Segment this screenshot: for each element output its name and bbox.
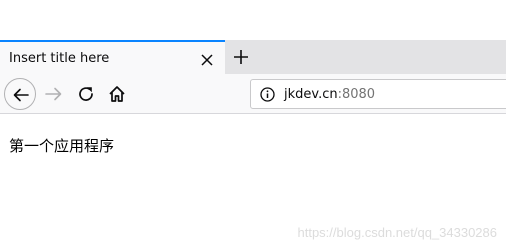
window-top-area bbox=[0, 0, 506, 40]
back-button[interactable] bbox=[4, 78, 36, 110]
watermark-text: https://blog.csdn.net/qq_34330286 bbox=[297, 225, 498, 240]
url-port: :8080 bbox=[337, 87, 376, 102]
home-icon[interactable] bbox=[107, 84, 127, 104]
plus-icon[interactable] bbox=[231, 47, 251, 67]
reload-icon[interactable] bbox=[76, 84, 96, 104]
url-text: jkdev.cn:8080 bbox=[284, 87, 375, 102]
back-arrow-icon bbox=[13, 88, 29, 102]
url-host: jkdev.cn bbox=[284, 87, 338, 102]
navigation-toolbar: jkdev.cn:8080 bbox=[0, 74, 506, 114]
page-content: 第一个应用程序 https://blog.csdn.net/qq_3433028… bbox=[0, 115, 506, 250]
tab-title: Insert title here bbox=[9, 51, 110, 66]
close-icon[interactable] bbox=[200, 52, 214, 66]
info-icon[interactable] bbox=[260, 87, 275, 102]
address-bar[interactable]: jkdev.cn:8080 bbox=[250, 79, 506, 109]
tab-active[interactable]: Insert title here bbox=[0, 40, 225, 74]
forward-arrow-icon[interactable] bbox=[43, 84, 63, 104]
page-heading-text: 第一个应用程序 bbox=[9, 137, 115, 155]
tab-strip: Insert title here bbox=[0, 40, 506, 74]
